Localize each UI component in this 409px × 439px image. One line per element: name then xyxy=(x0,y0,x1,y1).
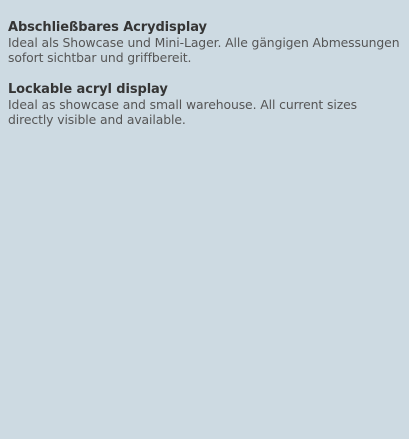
description-text-english: Ideal as showcase and small warehouse. A… xyxy=(8,97,357,127)
description-text-german: Ideal als Showcase und Mini-Lager. Alle … xyxy=(8,35,400,65)
description-heading-german: Abschließbares Acrydisplay xyxy=(8,20,207,35)
description-heading-english: Lockable acryl display xyxy=(8,82,168,97)
product-description-panel: Abschließbares Acrydisplay Ideal als Sho… xyxy=(0,0,409,439)
description-block-english: Lockable acryl display Ideal as showcase… xyxy=(8,82,401,127)
description-block-german: Abschließbares Acrydisplay Ideal als Sho… xyxy=(8,20,401,65)
